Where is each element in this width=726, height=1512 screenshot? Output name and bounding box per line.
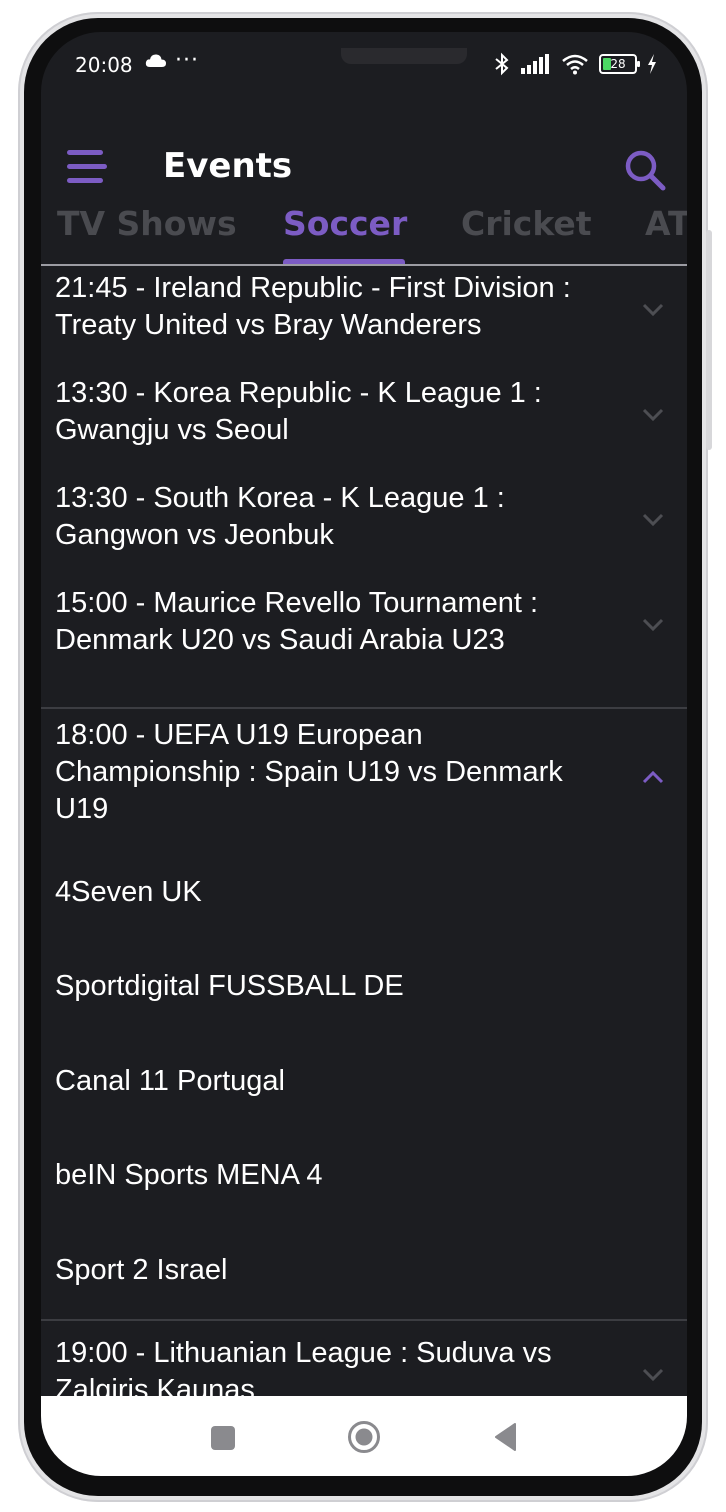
event-title: 21:45 - Ireland Republic - First Divisio… — [55, 272, 571, 341]
wifi-icon — [562, 54, 588, 75]
chevron-down-icon[interactable] — [639, 300, 667, 320]
more-notifications-icon: ··· — [175, 48, 199, 73]
event-row[interactable]: 13:30 - Korea Republic - K League 1 : Gw… — [41, 370, 687, 475]
event-title: 15:00 - Maurice Revello Tournament : Den… — [55, 587, 539, 656]
category-tabs: TV Shows Soccer Cricket ATP — [41, 200, 687, 266]
tab-cricket[interactable]: Cricket — [461, 204, 592, 243]
channel-item[interactable]: 4Seven UK — [55, 876, 202, 909]
event-row-expanded[interactable]: 18:00 - UEFA U19 European Championship :… — [41, 709, 687, 834]
app-bar: Events — [41, 96, 687, 206]
event-row[interactable]: 15:00 - Maurice Revello Tournament : Den… — [41, 579, 687, 707]
event-title: 13:30 - South Korea - K League 1 : Gangw… — [55, 482, 505, 551]
tab-soccer[interactable]: Soccer — [283, 204, 407, 243]
event-title: 18:00 - UEFA U19 European Championship :… — [55, 719, 563, 825]
status-time: 20:08 — [75, 53, 133, 77]
status-indicators: 28 — [493, 52, 657, 76]
tab-atp[interactable]: ATP — [645, 204, 687, 243]
cloud-icon — [145, 53, 167, 73]
channel-item[interactable]: Sportdigital FUSSBALL DE — [55, 970, 404, 1003]
event-row[interactable]: 13:30 - South Korea - K League 1 : Gangw… — [41, 475, 687, 579]
device-side-button — [706, 230, 712, 450]
tab-tv-shows[interactable]: TV Shows — [57, 204, 237, 243]
chevron-down-icon[interactable] — [639, 1365, 667, 1385]
chevron-down-icon[interactable] — [639, 405, 667, 425]
page-title: Events — [163, 146, 293, 186]
channel-item[interactable]: beIN Sports MENA 4 — [55, 1159, 323, 1192]
channel-item[interactable]: Sport 2 Israel — [55, 1254, 227, 1287]
screen: 20:08 ··· 28 Events TV Shows Soccer Cric… — [41, 32, 687, 1476]
battery-level: 28 — [610, 57, 626, 71]
menu-icon[interactable] — [67, 148, 109, 188]
chevron-down-icon[interactable] — [639, 510, 667, 530]
back-icon[interactable] — [493, 1422, 517, 1452]
chevron-down-icon[interactable] — [639, 615, 667, 635]
channel-item[interactable]: Canal 11 Portugal — [55, 1065, 285, 1098]
battery-icon: 28 — [599, 54, 640, 74]
event-row[interactable]: 21:45 - Ireland Republic - First Divisio… — [41, 266, 687, 370]
signal-icon — [521, 54, 549, 74]
search-icon[interactable] — [623, 148, 667, 192]
tab-indicator — [283, 259, 405, 264]
event-row[interactable]: 19:00 - Lithuanian League : Suduva vs Za… — [41, 1321, 687, 1406]
battery-cap — [637, 61, 640, 67]
system-nav-bar — [41, 1396, 687, 1476]
event-title: 13:30 - Korea Republic - K League 1 : Gw… — [55, 377, 542, 446]
status-bar: 20:08 ··· 28 — [41, 32, 687, 96]
charging-icon — [648, 54, 656, 74]
recent-apps-icon[interactable] — [211, 1426, 235, 1450]
bluetooth-icon — [495, 52, 509, 76]
home-icon[interactable] — [347, 1420, 381, 1454]
chevron-up-icon[interactable] — [639, 767, 667, 787]
